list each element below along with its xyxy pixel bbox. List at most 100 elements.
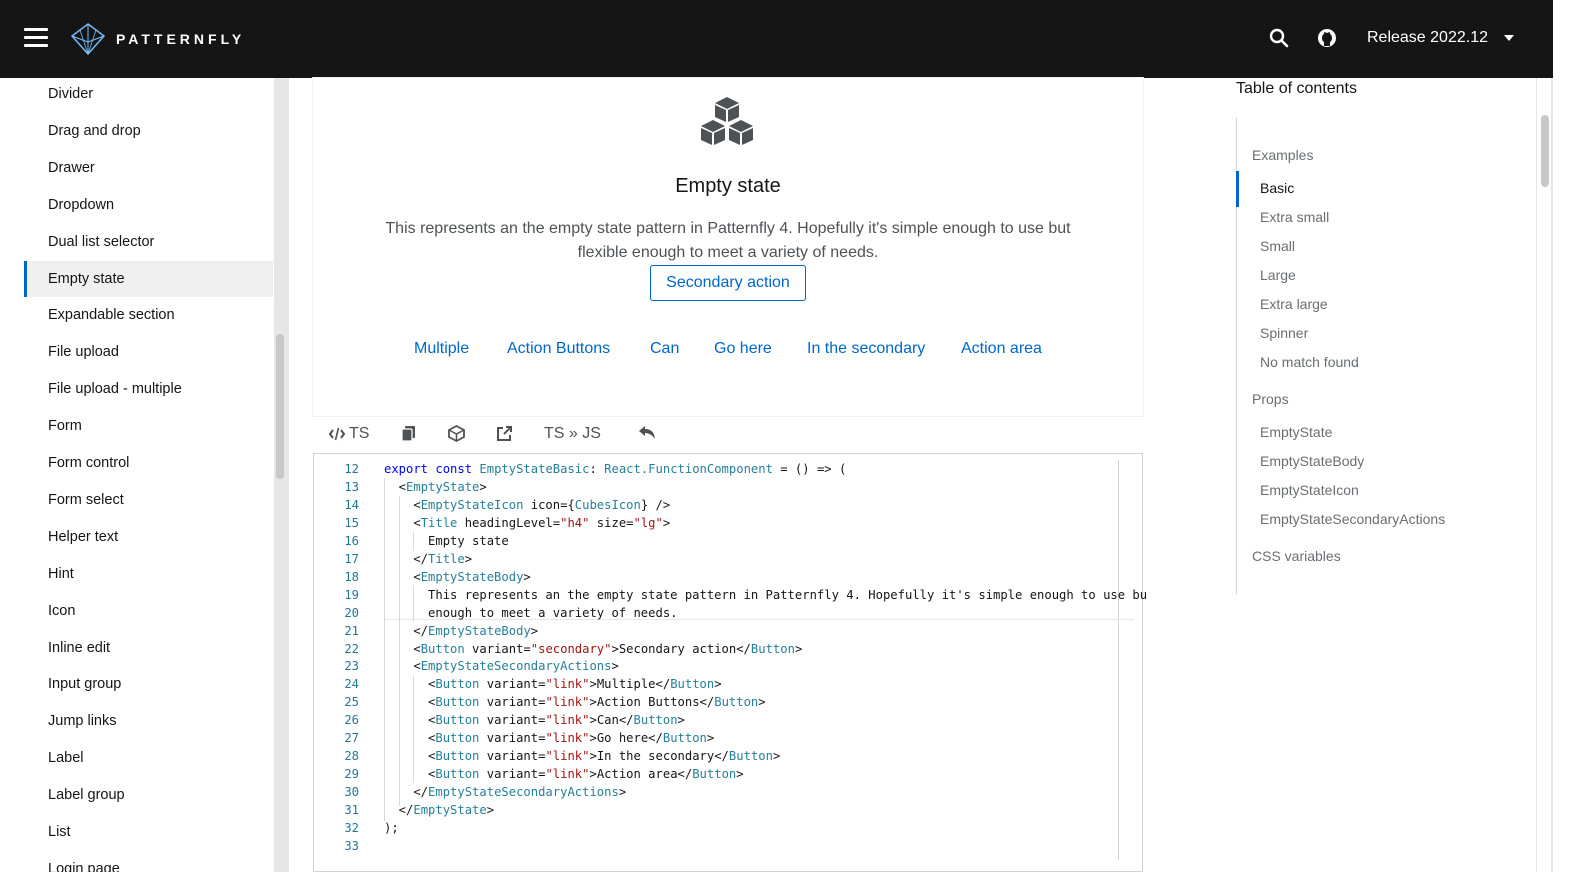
toc-item-basic[interactable]: Basic <box>1260 180 1294 196</box>
code-text: </Title> <box>384 551 473 566</box>
toc-item-no-match-found[interactable]: No match found <box>1260 354 1359 370</box>
sidebar-item-drag-and-drop[interactable]: Drag and drop <box>24 113 273 149</box>
code-text: <EmptyStateIcon icon={CubesIcon} /> <box>384 497 671 512</box>
sidebar-item-inline-edit[interactable]: Inline edit <box>24 630 273 666</box>
line-number: 33 <box>344 838 359 853</box>
line-number: 18 <box>344 569 359 584</box>
indent-guide <box>413 586 414 622</box>
open-new-window-button[interactable] <box>496 425 513 442</box>
empty-state-title: Empty state <box>675 175 781 197</box>
sidebar-item-empty-state[interactable]: Empty state <box>24 260 273 297</box>
window-edge <box>1553 0 1573 872</box>
code-text: <EmptyStateBody> <box>384 569 531 584</box>
search-icon[interactable] <box>1269 28 1291 50</box>
undo-changes-button[interactable] <box>638 425 656 440</box>
code-text: export const EmptyStateBasic: React.Func… <box>384 462 847 476</box>
copy-icon <box>401 426 415 442</box>
toc-item-emptystateicon[interactable]: EmptyStateIcon <box>1260 482 1359 498</box>
line-number: 23 <box>344 659 359 674</box>
toc-item-emptystate[interactable]: EmptyState <box>1260 424 1332 440</box>
page-scrollbar-thumb[interactable] <box>1541 115 1549 187</box>
sidebar-item-form[interactable]: Form <box>24 408 273 444</box>
toc-item-emptystatebody[interactable]: EmptyStateBody <box>1260 453 1364 469</box>
sidebar-item-login-page[interactable]: Login page <box>24 851 273 872</box>
sidebar-item-expandable-section[interactable]: Expandable section <box>24 297 273 333</box>
line-number: 17 <box>344 551 359 566</box>
line-number: 22 <box>344 641 359 656</box>
sidebar-item-icon[interactable]: Icon <box>24 593 273 629</box>
code-text: enough to meet a variety of needs. <box>384 605 678 620</box>
link-button-action-buttons[interactable]: Action Buttons <box>507 340 610 358</box>
codesandbox-icon <box>448 425 465 442</box>
patternfly-logo-icon <box>70 23 106 56</box>
toggle-ts-code-button[interactable]: TS <box>329 425 369 443</box>
sidebar-item-divider[interactable]: Divider <box>24 78 273 112</box>
sidebar-item-label[interactable]: Label <box>24 740 273 776</box>
sidebar-item-form-control[interactable]: Form control <box>24 445 273 481</box>
sidebar-item-file-upload[interactable]: File upload <box>24 334 273 370</box>
external-link-icon <box>497 426 512 441</box>
masthead: PATTERNFLY Release 2022.12 <box>0 0 1553 78</box>
convert-ts-to-js-button[interactable]: TS » JS <box>544 425 601 443</box>
code-text: <Button variant="link">Can</Button> <box>384 713 685 728</box>
sidebar-item-file-upload-multiple[interactable]: File upload - multiple <box>24 371 273 407</box>
sidebar-item-list[interactable]: List <box>24 814 273 850</box>
page-scrollbar-track[interactable] <box>1537 78 1551 872</box>
code-text: <EmptyStateSecondaryActions> <box>384 659 619 674</box>
release-dropdown[interactable]: Release 2022.12 <box>1367 29 1514 47</box>
secondary-action-button[interactable]: Secondary action <box>650 265 806 301</box>
empty-state-body: This represents an the empty state patte… <box>385 220 1071 261</box>
link-button-can[interactable]: Can <box>650 340 679 358</box>
codesandbox-button[interactable] <box>448 425 465 442</box>
toc-item-spinner[interactable]: Spinner <box>1260 325 1308 341</box>
sidebar-item-form-select[interactable]: Form select <box>24 482 273 518</box>
undo-icon <box>639 426 655 439</box>
link-button-action-area[interactable]: Action area <box>961 340 1042 358</box>
code-text: <Button variant="link">Go here</Button> <box>384 731 715 746</box>
toc-item-extra-small[interactable]: Extra small <box>1260 209 1329 225</box>
sidebar-item-hint[interactable]: Hint <box>24 556 273 592</box>
sidebar-item-helper-text[interactable]: Helper text <box>24 519 273 555</box>
toc-item-large[interactable]: Large <box>1260 267 1296 283</box>
code-text: <EmptyState> <box>384 479 487 494</box>
sidebar-item-drawer[interactable]: Drawer <box>24 150 273 186</box>
code-text: </EmptyState> <box>384 803 495 818</box>
code-text: ); <box>384 821 399 835</box>
cubes-icon <box>701 97 753 145</box>
toc-item-extra-large[interactable]: Extra large <box>1260 296 1328 312</box>
indent-guide <box>413 532 414 550</box>
code-text: <Button variant="link">Action area</Butt… <box>384 767 744 782</box>
sidebar-item-dropdown[interactable]: Dropdown <box>24 187 273 223</box>
patternfly-logo[interactable]: PATTERNFLY <box>70 22 245 56</box>
line-number: 29 <box>344 767 359 782</box>
line-number: 15 <box>344 515 359 530</box>
sidebar-item-input-group[interactable]: Input group <box>24 666 273 702</box>
indent-guide <box>384 478 385 821</box>
code-toolbar <box>313 417 1143 453</box>
sidebar-item-jump-links[interactable]: Jump links <box>24 703 273 739</box>
link-button-multiple[interactable]: Multiple <box>414 340 469 358</box>
line-number: 19 <box>344 587 359 602</box>
toc-section-css-variables[interactable]: CSS variables <box>1252 548 1341 564</box>
editor-scrollbar[interactable] <box>1118 460 1119 860</box>
sidebar-scrollbar[interactable] <box>276 334 284 479</box>
line-number: 21 <box>344 623 359 638</box>
toc-section-props[interactable]: Props <box>1252 391 1289 407</box>
toc-item-small[interactable]: Small <box>1260 238 1295 254</box>
line-number: 13 <box>344 479 359 494</box>
sidebar-item-dual-list-selector[interactable]: Dual list selector <box>24 224 273 260</box>
copy-code-button[interactable] <box>401 425 416 442</box>
toc-section-examples[interactable]: Examples <box>1252 147 1313 163</box>
link-button-in-the-secondary[interactable]: In the secondary <box>807 340 925 358</box>
line-number: 14 <box>344 497 359 512</box>
toc-title: Table of contents <box>1236 80 1357 97</box>
code-text: This represents an the empty state patte… <box>384 587 1148 602</box>
github-icon[interactable] <box>1317 28 1339 50</box>
code-text: </EmptyStateBody> <box>384 623 539 638</box>
line-number: 12 <box>344 462 359 476</box>
hamburger-menu-icon[interactable] <box>24 28 48 50</box>
code-text: <Button variant="link">In the secondary<… <box>384 749 781 764</box>
toc-item-emptystatesecondaryactions[interactable]: EmptyStateSecondaryActions <box>1260 511 1445 527</box>
link-button-go-here[interactable]: Go here <box>714 340 772 358</box>
sidebar-item-label-group[interactable]: Label group <box>24 777 273 813</box>
